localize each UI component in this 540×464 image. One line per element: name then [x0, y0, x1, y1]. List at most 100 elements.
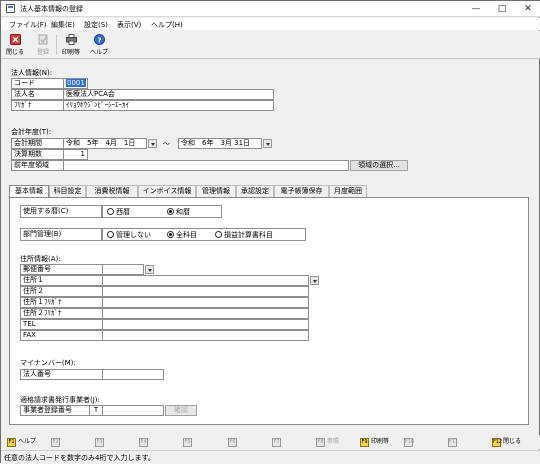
f7-key-icon: F7 [272, 438, 281, 447]
f7-key[interactable]: F7 [272, 437, 283, 447]
period-from-dropdown-icon[interactable] [148, 139, 157, 148]
dept-pl-label: 損益計算書科目 [224, 231, 273, 239]
address1-dropdown-icon[interactable] [310, 276, 319, 285]
period-to-dropdown-icon[interactable] [263, 139, 272, 148]
prev-area-field [63, 160, 349, 171]
tab-e-book-storage[interactable]: 電子帳簿保存 [274, 185, 329, 197]
f4-key-icon: F4 [139, 438, 148, 447]
fiscal-section-label: 会計年度(T): [11, 128, 52, 136]
menu-file[interactable]: ファイル(F) [9, 20, 47, 30]
mynumber-section-label: マイナンバー(M): [20, 359, 76, 367]
f2-key[interactable]: F2 [51, 437, 62, 447]
dept-pl-radio[interactable]: 損益計算書科目 [215, 230, 273, 240]
corp-kana-field[interactable]: ｲﾘｮｳﾎｳｼﾞﾝﾋﾟｰｼｰｴｰｶｲ [63, 100, 274, 111]
invoice-confirm-button[interactable]: 確認 [165, 405, 197, 416]
tel-field[interactable] [102, 319, 309, 330]
dept-none-label: 管理しない [116, 231, 151, 239]
help-toolbar-button[interactable]: ? ヘルプ [88, 33, 110, 57]
f10-key[interactable]: F10 [404, 437, 415, 447]
radio-empty-icon [215, 231, 222, 238]
dept-label: 部門管理(B) [20, 228, 102, 241]
fax-label: FAX [20, 330, 103, 341]
app-icon [6, 4, 15, 13]
svg-text:?: ? [97, 36, 101, 44]
tab-management-info[interactable]: 管理情報 [196, 185, 236, 197]
window-title: 法人基本情報の登録 [20, 5, 83, 13]
term-label: 決算期数 [11, 149, 64, 160]
radio-selected-icon [167, 208, 174, 215]
term-field[interactable]: 1 [63, 149, 88, 160]
printer-icon [65, 34, 77, 45]
tab-invoice-info[interactable]: インボイス情報 [138, 185, 196, 197]
invoice-prefix: T [89, 405, 103, 416]
postal-field[interactable] [102, 264, 144, 275]
tab-account-settings[interactable]: 科目設定 [49, 185, 86, 197]
f12-close-key[interactable]: F12閉じる [492, 437, 521, 447]
dept-all-label: 全科目 [176, 231, 197, 239]
period-to-field[interactable]: 令和 6年 3月 31日 [178, 138, 262, 149]
f6-key-icon: F6 [228, 438, 237, 447]
tab-consumption-tax[interactable]: 消費税情報 [86, 185, 138, 197]
calendar-western-radio[interactable]: 西暦 [107, 207, 130, 217]
help-icon: ? [93, 34, 105, 45]
dept-radio-group: 管理しない 全科目 損益計算書科目 [102, 228, 306, 241]
status-bar: 任意の法人コードを数字のみ4桁で入力します。 [1, 450, 540, 464]
f9-print-key[interactable]: F9 印刷等 [360, 437, 389, 447]
tab-month-range[interactable]: 月度範囲 [329, 185, 367, 197]
tab-approval-settings[interactable]: 承認設定 [236, 185, 274, 197]
period-tilde: ～ [163, 140, 170, 148]
address2-kana-field[interactable] [102, 308, 309, 319]
f8-reference-key[interactable]: F8 参照 [316, 437, 339, 447]
f1-label: ヘルプ [18, 438, 37, 445]
menu-edit[interactable]: 編集(E) [51, 20, 75, 30]
postal-dropdown-icon[interactable] [145, 265, 154, 274]
close-toolbar-button[interactable]: 閉じる [4, 33, 26, 57]
register-label: 登録 [36, 49, 49, 56]
f3-key-icon: F3 [95, 438, 104, 447]
minimize-button[interactable]: — [463, 1, 489, 17]
print-label: 印刷等 [61, 49, 80, 56]
f11-key-icon: F11 [448, 438, 459, 447]
maximize-button[interactable]: □ [489, 1, 515, 17]
invoice-number-field[interactable] [102, 405, 164, 416]
address2-label: 住所２ [20, 286, 103, 297]
address1-kana-label: 住所１ﾌﾘｶﾞﾅ [20, 297, 103, 308]
calendar-japanese-radio[interactable]: 和暦 [167, 207, 190, 217]
f5-key-icon: F5 [183, 438, 192, 447]
f11-key[interactable]: F11 [448, 437, 459, 447]
register-toolbar-button[interactable]: 登録 [32, 33, 54, 57]
dept-none-radio[interactable]: 管理しない [107, 230, 151, 240]
corp-name-field[interactable]: 医療法人PCA会 [63, 89, 274, 100]
address1-label: 住所１ [20, 275, 103, 286]
select-area-button[interactable]: 領域の選択... [350, 160, 408, 171]
f4-key[interactable]: F4 [139, 437, 150, 447]
menu-settings[interactable]: 設定(S) [84, 20, 108, 30]
main-window: 法人基本情報の登録 — □ ✕ ファイル(F) 編集(E) 設定(S) 表示(V… [0, 0, 540, 464]
corp-number-label: 法人番号 [20, 369, 103, 380]
radio-selected-icon [167, 231, 174, 238]
f1-help-key[interactable]: F1 ヘルプ [7, 437, 36, 447]
menu-help[interactable]: ヘルプ(H) [151, 20, 183, 30]
toolbar: 閉じる 登録 印刷等 ? ヘルプ [1, 31, 540, 59]
code-label: コード [11, 78, 64, 89]
corp-number-field[interactable] [102, 369, 164, 380]
dept-all-radio[interactable]: 全科目 [167, 230, 197, 240]
address2-field[interactable] [102, 286, 309, 297]
calendar-japanese-label: 和暦 [176, 208, 190, 216]
calendar-western-label: 西暦 [116, 208, 130, 216]
address1-kana-field[interactable] [102, 297, 309, 308]
address1-field[interactable] [102, 275, 309, 286]
fax-field[interactable] [102, 330, 309, 341]
invoice-number-label: 事業者登録番号 [20, 405, 90, 416]
period-label: 会計期間 [11, 138, 64, 149]
menu-view[interactable]: 表示(V) [117, 20, 141, 30]
close-window-button[interactable]: ✕ [515, 1, 540, 17]
f5-key[interactable]: F5 [183, 437, 194, 447]
f6-key[interactable]: F6 [228, 437, 239, 447]
f3-key[interactable]: F3 [95, 437, 106, 447]
period-from-field[interactable]: 令和 5年 4月 1日 [63, 138, 147, 149]
f8-key-icon: F8 [316, 438, 325, 447]
print-toolbar-button[interactable]: 印刷等 [60, 33, 82, 57]
f9-label: 印刷等 [371, 438, 390, 445]
code-field[interactable]: 0001 [63, 78, 88, 89]
